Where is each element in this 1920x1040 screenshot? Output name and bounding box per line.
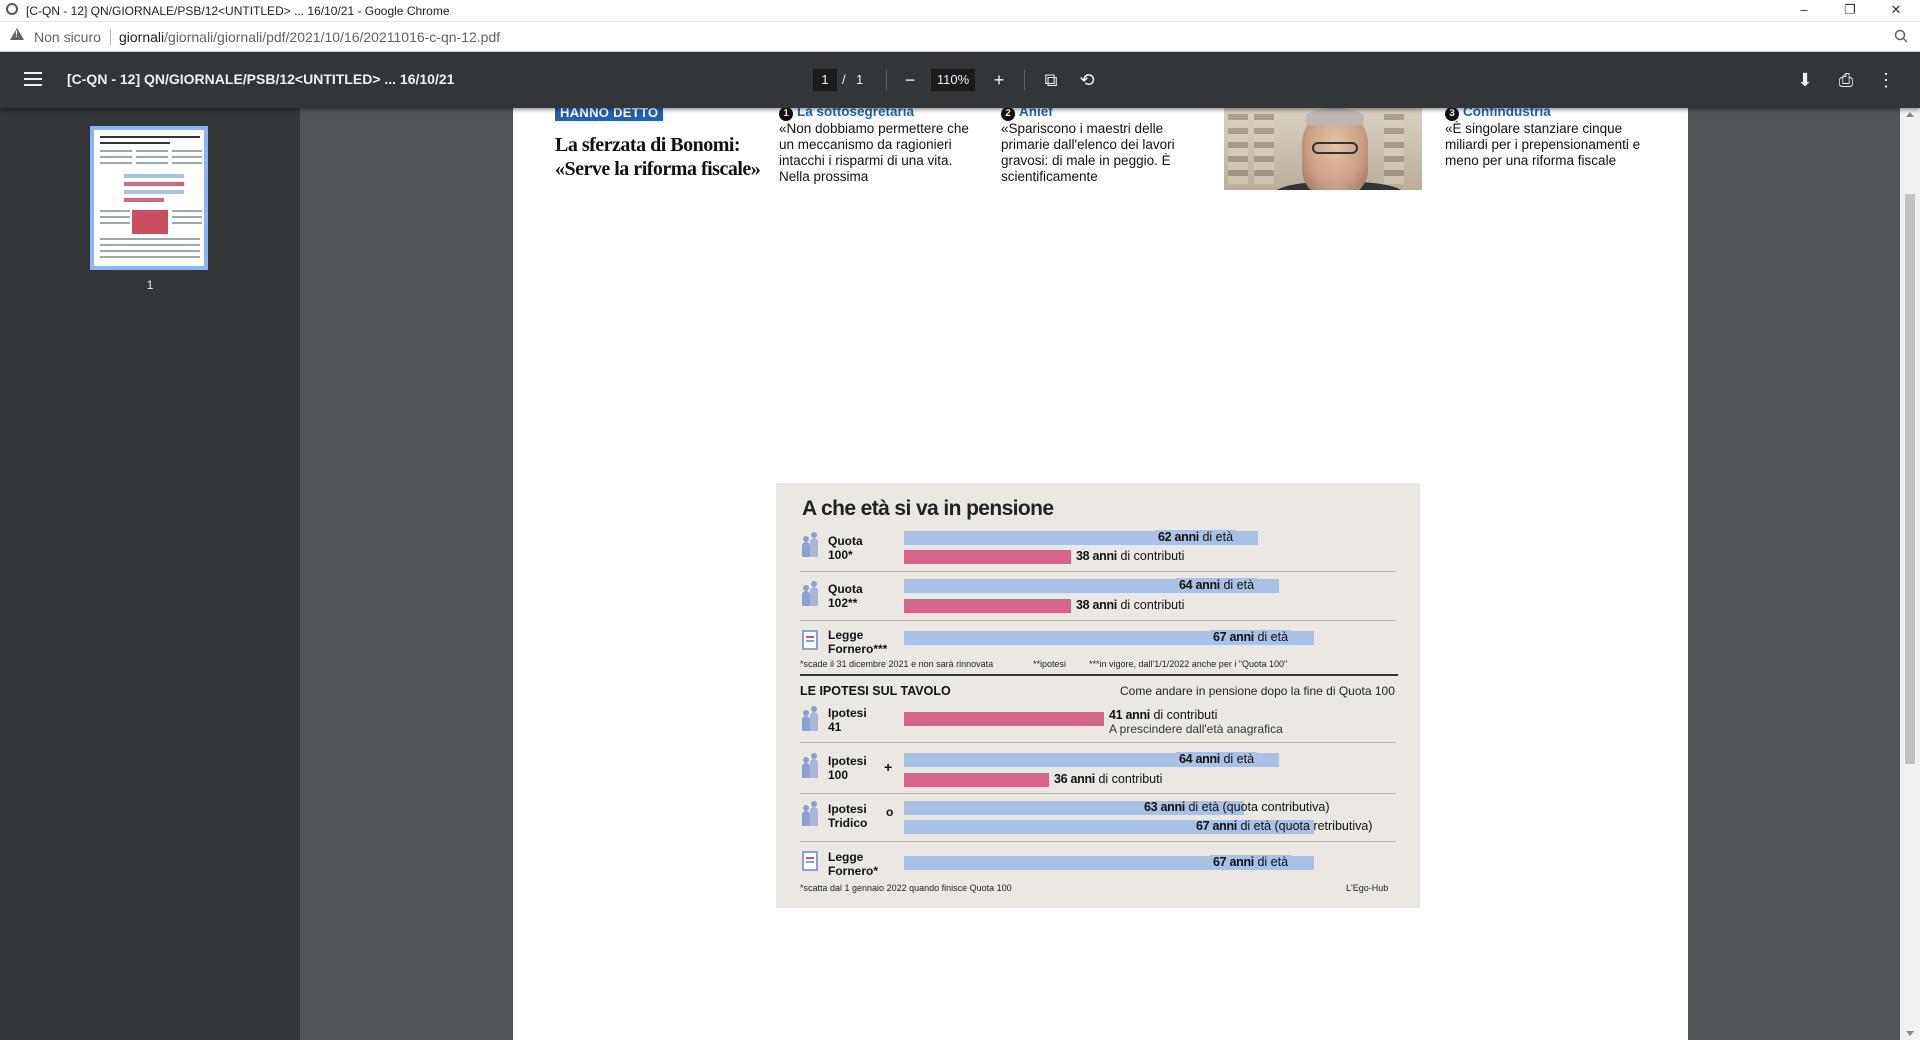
contribution-note: A prescindere dall'età anagrafica [1109,722,1283,736]
section-title: LE IPOTESI SUL TAVOLO [800,684,951,698]
contribution-bar [904,773,1049,787]
contribution-bar [904,550,1071,564]
operator-plus: + [884,759,893,775]
document-icon [802,630,818,650]
quote-number: 1 [779,108,793,121]
download-icon[interactable]: ⬇ [1791,66,1819,94]
pdf-viewer[interactable]: HANNO DETTO La sferzata di Bonomi: «Serv… [300,108,1900,1040]
url-path: /giornali/giornali/pdf/2021/10/16/202110… [164,29,501,45]
window-titlebar: [C-QN - 12] QN/GIORNALE/PSB/12<UNTITLED>… [0,0,1920,22]
page-separator: / [842,72,846,87]
footnote: **ipotesi [1033,659,1067,669]
infographic-title: A che età si va in pensione [802,497,1054,520]
toolbar-divider [1024,70,1025,90]
restore-button[interactable]: ❐ [1828,0,1872,21]
page-number-input[interactable]: 1 [813,69,837,91]
article-headline: La sferzata di Bonomi: «Serve la riforma… [555,133,765,181]
more-actions-icon[interactable]: ⋮ [1872,66,1900,94]
thumbnail-sidebar: 1 [0,108,300,1040]
people-icon [800,532,820,557]
close-button[interactable]: ✕ [1874,0,1918,21]
contribution-bar [904,712,1104,726]
footnote: ***in vigore, dall'1/1/2022 anche per i … [1089,659,1288,669]
quote-number: 3 [1445,108,1459,121]
row-label: Legge Fornero*** [828,628,888,656]
people-icon [800,581,820,606]
url-host: giornali [119,29,165,45]
row-divider [800,620,1396,621]
row-divider [800,742,1396,743]
quote-column-3: 3 Confindustria «È singolare stanziare ci… [1445,108,1650,192]
security-label[interactable]: Non sicuro [34,29,101,45]
people-icon [800,706,820,731]
scrollbar-thumb[interactable] [1905,194,1915,764]
people-icon [800,801,820,826]
scroll-up-icon[interactable] [1906,112,1914,117]
page-favicon-icon [6,3,18,15]
bottom-footnote: *scatta dal 1 gennaio 2022 quando finisc… [800,883,1012,893]
operator-or: o [886,805,894,819]
pdf-toolbar: [C-QN - 12] QN/GIORNALE/PSB/12<UNTITLED>… [0,52,1920,108]
row-label: Ipotesi 100 [828,754,867,782]
contribution-bar [904,599,1071,613]
portrait-photo [1224,108,1422,190]
age-value-retributiva: 67 anni di età (quota retributiva) [1196,819,1373,833]
row-divider [800,571,1396,572]
minimize-button[interactable]: – [1782,0,1826,21]
age-value-contributiva: 63 anni di età (quota contributiva) [1144,800,1330,814]
contribution-value: 36 anni di contributi [1054,772,1163,786]
page-total: 1 [856,72,864,87]
row-label: Legge Fornero* [828,850,879,878]
row-divider [800,841,1396,842]
quote-text: «È singolare stanziare cinque miliardi p… [1445,121,1641,168]
rotate-icon[interactable]: ⟲ [1073,66,1101,94]
quote-text: «Spariscono i maestri delle primarie dal… [1001,121,1175,184]
quote-title: Confindustria [1463,108,1551,119]
people-icon [800,753,820,778]
window-title: [C-QN - 12] QN/GIORNALE/PSB/12<UNTITLED>… [26,4,450,18]
fit-page-icon[interactable]: ⧉ [1037,66,1065,94]
zoom-level-input[interactable]: 110% [931,69,975,91]
toolbar-divider [886,70,887,90]
section-subtitle: Come andare in pensione dopo la fine di … [1120,684,1395,698]
page-thumbnail[interactable] [90,126,208,270]
zoom-out-button[interactable]: − [896,66,924,94]
row-label: Quota 102** [828,582,863,610]
zoom-in-button[interactable]: + [985,66,1013,94]
warning-icon[interactable] [10,28,24,40]
headline-line-2: «Serve la riforma fiscale» [555,158,761,180]
document-title: [C-QN - 12] QN/GIORNALE/PSB/12<UNTITLED>… [67,71,455,87]
address-bar[interactable]: Non sicuro giornali/giornali/giornali/pd… [0,22,1920,52]
quote-title: Anief [1019,108,1053,119]
scroll-down-icon[interactable] [1906,1031,1914,1036]
contribution-value: 38 anni di contributi [1076,598,1185,612]
quote-text: «Non dobbiamo permettere che un meccanis… [779,121,969,184]
section-divider [800,674,1398,676]
row-divider [800,793,1396,794]
row-label: Ipotesi 41 [828,706,867,734]
quote-column-1: 1 La sottosegretaria «Non dobbiamo permet… [779,108,984,192]
pdf-page: HANNO DETTO La sferzata di Bonomi: «Serv… [513,108,1688,1040]
magnifier-icon[interactable] [1894,29,1908,43]
menu-icon[interactable] [24,72,42,86]
thumbnail-page-number: 1 [146,278,154,292]
quote-number: 2 [1001,108,1015,121]
pension-infographic: A che età si va in pensione Quota 100* 62… [776,483,1420,908]
row-label: Quota 100* [828,534,863,562]
quote-column-2: 2 Anief «Spariscono i maestri delle prima… [1001,108,1206,192]
url-text[interactable]: giornali/giornali/giornali/pdf/2021/10/1… [119,29,500,45]
credit: L'Ego-Hub [1346,883,1389,893]
section-badge: HANNO DETTO [555,108,664,121]
contribution-value: 41 anni di contributi [1109,708,1218,722]
vertical-scrollbar[interactable] [1900,108,1920,1040]
document-icon [802,851,818,871]
print-icon[interactable]: ⎙ [1832,66,1860,94]
contribution-value: 38 anni di contributi [1076,549,1185,563]
row-label: Ipotesi Tridico [828,802,868,830]
address-separator [110,29,111,45]
headline-line-1: La sferzata di Bonomi: [555,134,741,156]
quote-title: La sottosegretaria [797,108,915,119]
footnote: *scade il 31 dicembre 2021 e non sarà ri… [800,659,994,669]
